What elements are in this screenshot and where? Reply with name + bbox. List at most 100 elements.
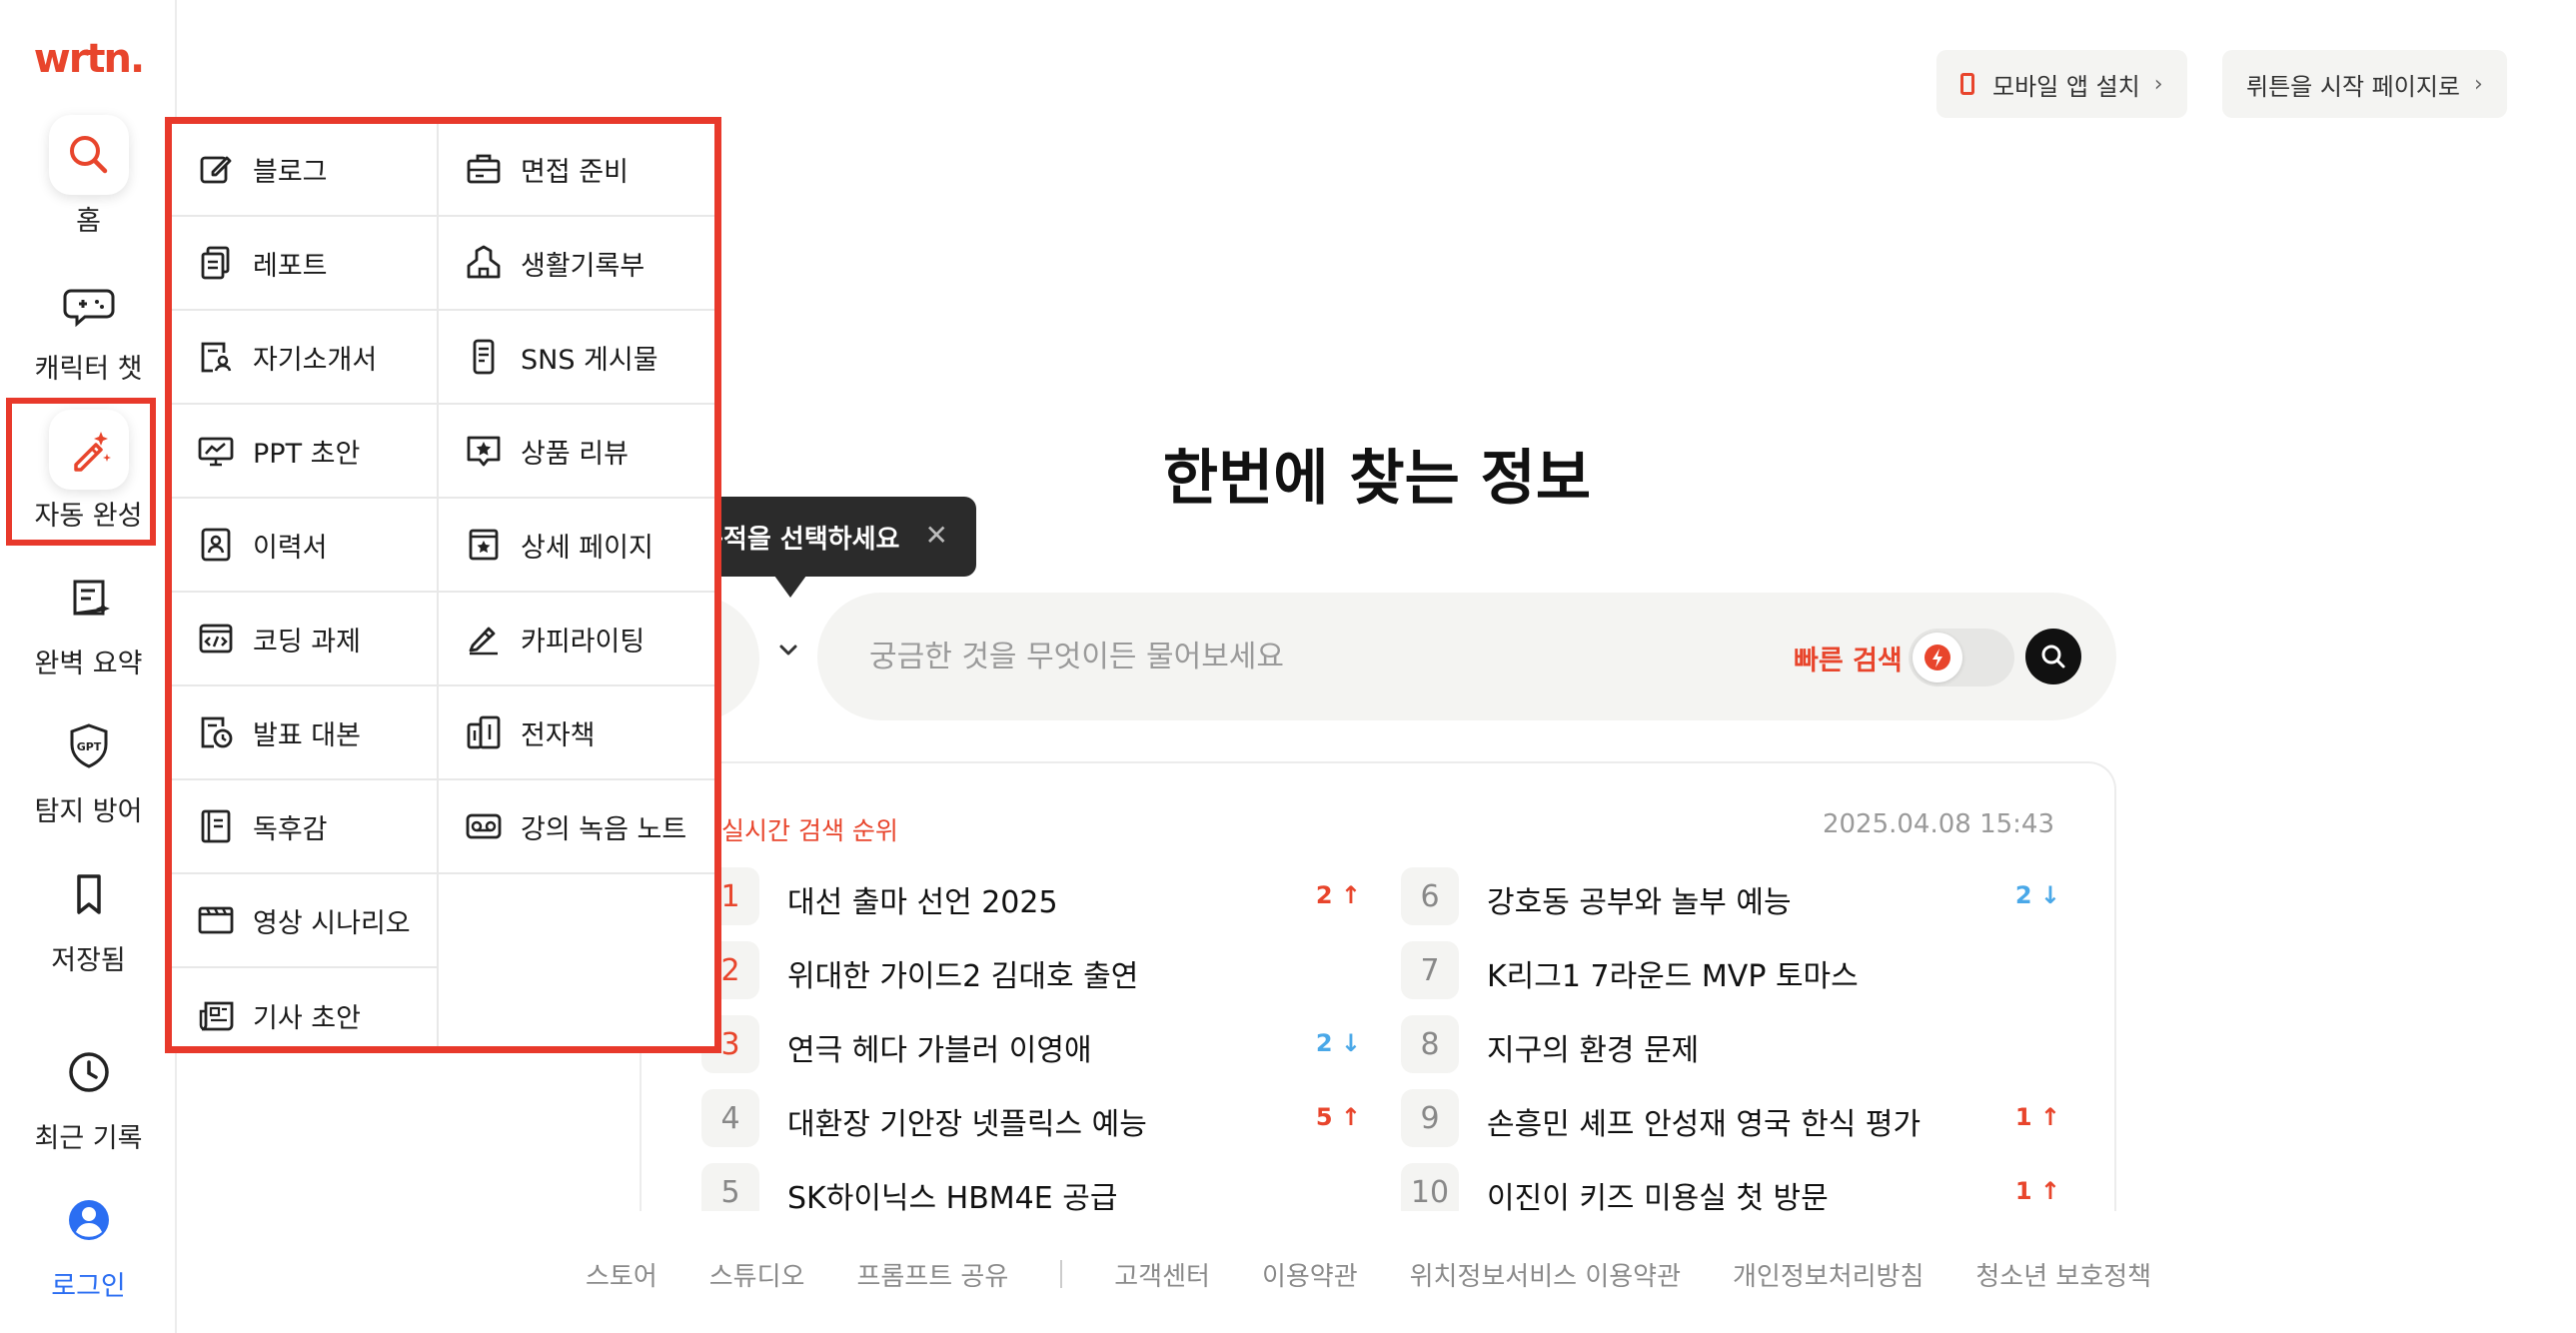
menu-item-label: 카피라이팅 — [521, 626, 645, 658]
trending-item[interactable]: 2 위대한 가이드2 김대호 출연 — [701, 941, 1361, 1001]
menu-item-lecture-notes[interactable]: 강의 녹음 노트 — [439, 780, 715, 874]
script-clock-icon — [195, 711, 237, 753]
menu-item-label: 발표 대본 — [253, 719, 361, 751]
start-page-button[interactable]: 뤼튼을 시작 페이지로 › — [2222, 50, 2507, 118]
profile-document-icon — [195, 336, 237, 378]
trending-term: 지구의 환경 문제 — [1487, 1033, 1700, 1068]
sidebar-item-label: 로그인 — [51, 1271, 126, 1302]
rank-number: 5 — [701, 1163, 759, 1211]
menu-item-article-draft[interactable]: 기사 초안 — [171, 968, 437, 1062]
rank-change: 5 ↑ — [1315, 1103, 1361, 1131]
fast-search-label: 빠른 검색 — [1794, 646, 1903, 676]
trending-item[interactable]: 4 대환장 기안장 넷플릭스 예능 5 ↑ — [701, 1089, 1361, 1149]
menu-item-label: 자기소개서 — [253, 344, 378, 376]
chevron-right-icon: › — [2473, 71, 2483, 97]
menu-item-coding[interactable]: 코딩 과제 — [171, 593, 437, 686]
ebook-icon — [463, 711, 505, 753]
menu-item-label: PPT 초안 — [253, 438, 361, 470]
rank-number: 7 — [1401, 941, 1459, 999]
menu-item-sns-post[interactable]: SNS 게시물 — [439, 311, 715, 405]
menu-item-label: 상세 페이지 — [521, 532, 653, 564]
pen-icon — [463, 618, 505, 660]
menu-item-interview-prep[interactable]: 면접 준비 — [439, 123, 715, 217]
trending-item[interactable]: 10 이진이 키즈 미용실 첫 방문 1 ↑ — [1401, 1163, 2060, 1211]
footer-link-support[interactable]: 고객센터 — [1114, 1256, 1210, 1293]
sidebar-item-home[interactable]: 홈 — [0, 115, 177, 238]
footer-link-location-terms[interactable]: 위치정보서비스 이용약관 — [1410, 1256, 1681, 1293]
menu-item-label: 기사 초안 — [253, 1002, 361, 1034]
newspaper-icon — [195, 994, 237, 1036]
code-icon — [195, 618, 237, 660]
menu-item-blog[interactable]: 블로그 — [171, 123, 437, 217]
trending-term: 강호동 공부와 놀부 예능 — [1487, 885, 1792, 920]
menu-item-detail-page[interactable]: 상세 페이지 — [439, 499, 715, 593]
menu-item-report[interactable]: 레포트 — [171, 217, 437, 311]
footer-link-studio[interactable]: 스튜디오 — [709, 1256, 805, 1293]
sidebar-item-login[interactable]: 로그인 — [0, 1180, 177, 1303]
trending-item[interactable]: 3 연극 헤다 가블러 이영애 2 ↓ — [701, 1015, 1361, 1075]
sidebar-item-label: 저장됨 — [51, 945, 126, 976]
chevron-right-icon: › — [2153, 71, 2163, 97]
book-icon — [195, 805, 237, 847]
wrtn-logo[interactable]: wrtn. — [0, 36, 177, 82]
edit-icon — [195, 148, 237, 190]
footer-link-youth-policy[interactable]: 청소년 보호정책 — [1975, 1256, 2151, 1293]
sidebar-item-recent[interactable]: 최근 기록 — [0, 1032, 177, 1155]
rank-number: 9 — [1401, 1089, 1459, 1147]
gpt-shield-icon: GPT — [49, 705, 129, 785]
trending-timestamp: 2025.04.08 15:43 — [1822, 809, 2054, 839]
resume-icon — [195, 524, 237, 566]
menu-item-ebook[interactable]: 전자책 — [439, 686, 715, 780]
trending-item[interactable]: 6 강호동 공부와 놀부 예능 2 ↓ — [1401, 867, 2060, 927]
menu-item-resume[interactable]: 이력서 — [171, 499, 437, 593]
menu-item-label: 강의 녹음 노트 — [521, 813, 687, 845]
user-icon — [49, 1180, 129, 1260]
sidebar-item-character-chat[interactable]: 캐릭터 챗 — [0, 263, 177, 386]
footer-divider — [1060, 1260, 1063, 1288]
menu-item-school-record[interactable]: 생활기록부 — [439, 217, 715, 311]
trending-item[interactable]: 8 지구의 환경 문제 — [1401, 1015, 2060, 1075]
trending-term: SK하이닉스 HBM4E 공급 — [787, 1181, 1118, 1211]
search-input[interactable] — [869, 633, 1769, 680]
mobile-app-button[interactable]: 모바일 앱 설치 › — [1936, 50, 2187, 118]
footer-link-privacy[interactable]: 개인정보처리방침 — [1733, 1256, 1924, 1293]
footer-link-terms[interactable]: 이용약관 — [1262, 1256, 1358, 1293]
menu-item-ppt-draft[interactable]: PPT 초안 — [171, 405, 437, 499]
close-icon[interactable]: ✕ — [925, 519, 948, 552]
search-submit-button[interactable] — [2025, 629, 2081, 684]
phone-icon — [1960, 73, 1974, 95]
sidebar-item-saved[interactable]: 저장됨 — [0, 854, 177, 977]
trending-item[interactable]: 5 SK하이닉스 HBM4E 공급 — [701, 1163, 1361, 1211]
menu-item-label: 독후감 — [253, 813, 328, 845]
rank-change: 2 ↓ — [1315, 1029, 1361, 1057]
footer-link-prompt-share[interactable]: 프롬프트 공유 — [856, 1256, 1008, 1293]
bookmark-icon — [49, 854, 129, 934]
trending-item[interactable]: 1 대선 출마 선언 2025 2 ↑ — [701, 867, 1361, 927]
trending-item[interactable]: 9 손흥민 셰프 안성재 영국 한식 평가 1 ↑ — [1401, 1089, 2060, 1149]
menu-item-label: 이력서 — [253, 532, 328, 564]
sidebar-item-detection-defense[interactable]: GPT 탐지 방어 — [0, 705, 177, 828]
documents-icon — [195, 242, 237, 284]
chevron-down-icon[interactable] — [773, 636, 803, 666]
menu-item-speech-script[interactable]: 발표 대본 — [171, 686, 437, 780]
fast-search-toggle[interactable] — [1909, 629, 2014, 686]
menu-item-product-review[interactable]: 상품 리뷰 — [439, 405, 715, 499]
mobile-app-label: 모바일 앱 설치 — [1992, 72, 2140, 101]
voicemail-icon — [463, 805, 505, 847]
menu-item-self-intro[interactable]: 자기소개서 — [171, 311, 437, 405]
menu-item-video-scenario[interactable]: 영상 시나리오 — [171, 874, 437, 968]
clock-icon — [49, 1032, 129, 1112]
app-window: { "sidebar": { "logo": "wrtn.", "items":… — [0, 0, 2576, 1333]
menu-item-book-report[interactable]: 독후감 — [171, 780, 437, 874]
sidebar: wrtn. 홈 캐릭터 챗 자동 완성 완벽 요약 GPT 탐지 방어 저장됨 … — [0, 0, 177, 1333]
menu-item-copywriting[interactable]: 카피라이팅 — [439, 593, 715, 686]
rank-number: 8 — [1401, 1015, 1459, 1073]
sidebar-item-summary[interactable]: 완벽 요약 — [0, 558, 177, 680]
rank-change: 2 ↓ — [2014, 881, 2060, 909]
school-icon — [463, 242, 505, 284]
trending-item[interactable]: 7 K리그1 7라운드 MVP 토마스 — [1401, 941, 2060, 1001]
rank-change: 1 ↑ — [2014, 1177, 2060, 1205]
menu-item-label: 블로그 — [253, 156, 328, 188]
search-icon — [2041, 645, 2065, 668]
footer-link-store[interactable]: 스토어 — [586, 1256, 657, 1293]
